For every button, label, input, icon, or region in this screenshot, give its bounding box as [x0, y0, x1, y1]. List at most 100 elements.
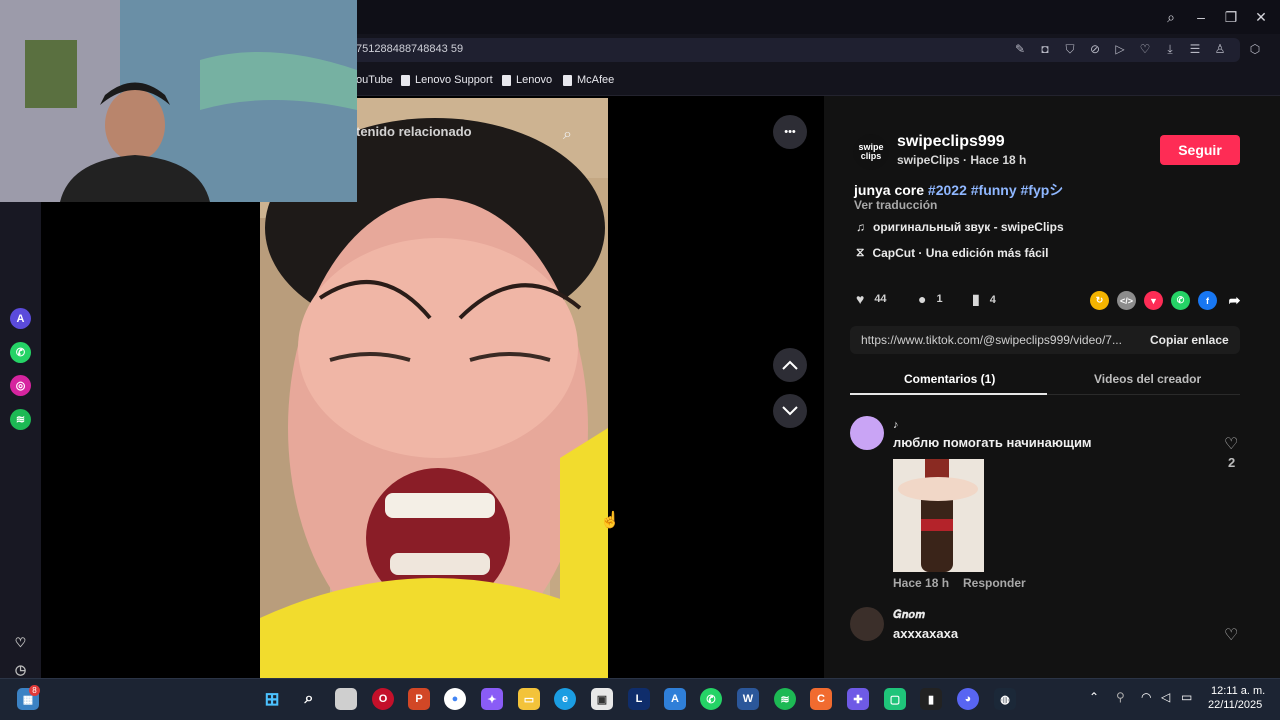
spotify-icon[interactable]: ≋ — [10, 409, 31, 430]
powerpoint-icon[interactable]: P — [408, 688, 430, 710]
volume-icon[interactable]: ◁ — [1161, 690, 1170, 704]
tab-comments[interactable]: Comentarios (1) — [904, 372, 995, 386]
search-overlay[interactable]: tenido relacionado — [356, 124, 472, 139]
spotify-icon[interactable]: ≋ — [774, 688, 796, 710]
heart-icon: ♥ — [856, 291, 865, 307]
close-button[interactable]: ✕ — [1250, 6, 1272, 28]
bookmark-lenovo-support[interactable]: Lenovo Support — [401, 74, 493, 86]
word-icon[interactable]: W — [737, 688, 759, 710]
file-explorer-icon[interactable]: ▭ — [518, 688, 540, 710]
heart-icon[interactable]: ♡ — [10, 632, 31, 653]
wifi-icon[interactable]: ◠ — [1141, 690, 1151, 704]
whatsapp-icon[interactable]: ✆ — [700, 688, 722, 710]
caption-text: junya core — [854, 182, 928, 198]
windows-start-icon[interactable]: ⊞ — [261, 688, 283, 710]
comment-image[interactable] — [893, 459, 984, 572]
bookmark-lenovo[interactable]: Lenovo — [502, 74, 552, 86]
tracker-icon[interactable]: ⊘ — [1087, 41, 1103, 57]
whatsapp-icon[interactable]: ✆ — [1171, 291, 1190, 310]
hand-cursor-icon: ☝ — [600, 512, 620, 529]
comment-stat[interactable]: ● 1 — [918, 291, 943, 307]
instagram-icon[interactable]: ◎ — [10, 375, 31, 396]
audio-meter-icon[interactable]: ▮ — [920, 688, 942, 710]
download-icon[interactable]: ⤓ — [1162, 41, 1178, 57]
bookmark-mcafee[interactable]: McAfee — [563, 74, 614, 86]
chevron-up-icon[interactable]: ⌃ — [1089, 690, 1099, 704]
clock-date[interactable]: 22/11/2025 — [1208, 699, 1262, 711]
heart-icon[interactable]: ♡ — [1137, 41, 1153, 57]
edge-icon[interactable]: e — [554, 688, 576, 710]
shield-icon[interactable]: ⛉ — [1062, 41, 1078, 57]
history-icon[interactable]: ◷ — [10, 659, 31, 680]
bookmark-label: Lenovo — [516, 74, 553, 86]
repost-icon[interactable]: ↻ — [1090, 291, 1109, 310]
url-field[interactable] — [340, 38, 1240, 62]
send-icon[interactable]: ▼ — [1144, 291, 1163, 310]
reply-button[interactable]: Responder — [963, 576, 1026, 590]
creator-avatar[interactable]: swipe clips — [853, 134, 889, 170]
camera-icon[interactable]: ◘ — [1037, 41, 1053, 57]
capcut-icon: ⧖ — [856, 245, 865, 259]
task-view-icon[interactable] — [335, 688, 357, 710]
edit-icon[interactable]: ✎ — [1012, 41, 1028, 57]
facebook-icon[interactable]: f — [1198, 291, 1217, 310]
lenovo-app-icon[interactable]: L — [628, 688, 650, 710]
more-button[interactable]: ••• — [773, 115, 807, 149]
capcut-icon[interactable]: C — [810, 688, 832, 710]
share-arrow-icon[interactable]: ➦ — [1225, 291, 1244, 310]
video-link[interactable]: https://www.tiktok.com/@swipeclips999/vi… — [861, 333, 1122, 347]
bookmark-youtube[interactable]: ouTube — [356, 74, 393, 86]
avatar-text: clips — [860, 151, 882, 161]
restore-button[interactable]: ❐ — [1220, 6, 1242, 28]
comment-count: 1 — [936, 293, 943, 305]
discord-icon[interactable]: ◕ — [957, 688, 979, 710]
bookmark-label: McAfee — [577, 74, 615, 86]
game-bar-icon[interactable]: ▢ — [884, 688, 906, 710]
search-icon[interactable]: ⌕ — [563, 126, 572, 144]
next-video-button[interactable] — [773, 394, 807, 428]
chrome-icon[interactable]: ● — [444, 688, 466, 710]
avatar[interactable] — [850, 607, 884, 641]
embed-icon[interactable]: </> — [1117, 291, 1136, 310]
url-text[interactable]: 751288488748843 59 — [356, 43, 463, 55]
comment-author[interactable]: ♪ — [893, 419, 899, 431]
comment-like-icon[interactable]: ♡ — [1224, 434, 1238, 454]
copilot-icon[interactable]: ✦ — [481, 688, 503, 710]
webcam-overlay — [0, 0, 357, 202]
aria-icon[interactable]: A — [10, 308, 31, 329]
profile-icon[interactable]: ♙ — [1212, 41, 1228, 57]
comment-author[interactable]: 𝑮𝒏𝒐𝒎 — [893, 609, 925, 622]
search-icon[interactable]: ⌕ — [1160, 6, 1182, 28]
comment-text: люблю помогать начинающим — [893, 435, 1092, 450]
whatsapp-icon[interactable]: ✆ — [10, 342, 31, 363]
active-tab-indicator — [850, 393, 1047, 395]
document-icon — [401, 74, 410, 86]
battery-icon[interactable]: ▭ — [1181, 690, 1192, 704]
creator-username[interactable]: swipeclips999 — [897, 133, 1005, 151]
minimize-button[interactable]: – — [1190, 6, 1212, 28]
copy-link-button[interactable]: Copiar enlace — [1150, 333, 1229, 347]
steam-icon[interactable]: ◍ — [994, 688, 1016, 710]
capcut-line[interactable]: ⧖ CapCut · Una edición más fácil — [856, 245, 1048, 260]
microphone-icon[interactable]: ⚲ — [1116, 690, 1125, 704]
tab-creator-videos[interactable]: Videos del creador — [1094, 372, 1201, 386]
caption-hashtags[interactable]: #2022 #funny #fypシ — [928, 182, 1063, 198]
opera-icon[interactable]: O — [372, 688, 394, 710]
comment-like-icon[interactable]: ♡ — [1224, 625, 1238, 645]
app-icon[interactable]: A — [664, 688, 686, 710]
like-stat[interactable]: ♥ 44 — [856, 291, 887, 307]
gamepad-icon[interactable]: ✚ — [847, 688, 869, 710]
follow-button[interactable]: Seguir — [1160, 135, 1240, 165]
document-icon — [502, 74, 511, 86]
clock-time[interactable]: 12:11 a. m. — [1211, 685, 1265, 697]
translate-link[interactable]: Ver traducción — [854, 198, 937, 212]
search-icon[interactable]: ⌕ — [298, 688, 320, 710]
extension-icon[interactable]: ⬡ — [1247, 41, 1263, 57]
store-icon[interactable]: ▣ — [591, 688, 613, 710]
settings-icon[interactable]: ☰ — [1187, 41, 1203, 57]
previous-video-button[interactable] — [773, 348, 807, 382]
music-line[interactable]: ♫ оригинальный звук - swipeClips — [856, 220, 1064, 234]
save-stat[interactable]: ▮ 4 — [972, 291, 996, 308]
send-icon[interactable]: ▷ — [1112, 41, 1128, 57]
avatar[interactable] — [850, 416, 884, 450]
